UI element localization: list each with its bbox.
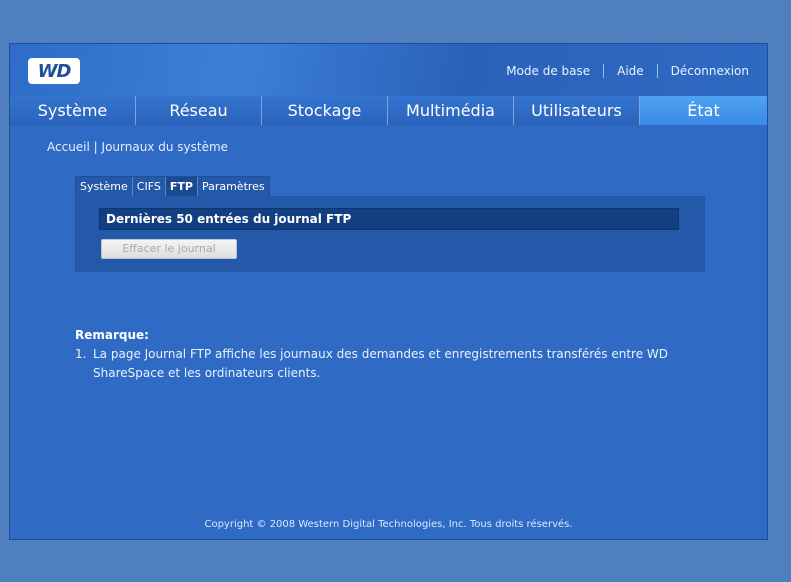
tab-reseau[interactable]: Réseau [136,96,262,125]
note-item-number: 1. [75,347,87,361]
main-window: WD Mode de base Aide Déconnexion Système… [9,43,768,540]
breadcrumb: Accueil | Journaux du système [47,140,228,154]
note-title: Remarque: [75,328,149,342]
log-subtabs: Système CIFS FTP Paramètres [75,176,270,198]
subtab-ftp[interactable]: FTP [165,177,198,197]
breadcrumb-home-link[interactable]: Accueil [47,140,90,154]
footer-copyright: Copyright © 2008 Western Digital Technol… [204,519,573,530]
subtab-parametres[interactable]: Paramètres [198,177,269,197]
logout-link[interactable]: Déconnexion [671,64,749,78]
note-section: Remarque: 1. La page Journal FTP affiche… [75,326,715,383]
main-nav: Système Réseau Stockage Multimédia Utili… [10,96,767,125]
subtab-systeme[interactable]: Système [76,177,133,197]
log-panel-title: Dernières 50 entrées du journal FTP [99,208,679,230]
header: WD Mode de base Aide Déconnexion [10,44,767,96]
ftp-log-panel: Dernières 50 entrées du journal FTP Effa… [75,196,705,272]
help-link[interactable]: Aide [617,64,644,78]
divider [603,64,605,78]
tab-utilisateurs[interactable]: Utilisateurs [514,96,640,125]
tab-etat[interactable]: État [640,96,767,125]
basic-mode-link[interactable]: Mode de base [506,64,590,78]
wd-logo[interactable]: WD [28,58,80,84]
note-item-text: La page Journal FTP affiche les journaux… [93,347,669,380]
breadcrumb-current: Journaux du système [101,140,229,154]
clear-log-button[interactable]: Effacer le journal [101,239,237,259]
breadcrumb-separator: | [89,140,102,154]
tab-stockage[interactable]: Stockage [262,96,388,125]
note-item: 1. La page Journal FTP affiche les journ… [75,345,715,383]
divider [656,64,658,78]
tab-multimedia[interactable]: Multimédia [388,96,514,125]
logo-text: WD [37,60,72,82]
tab-systeme[interactable]: Système [10,96,136,125]
subtab-cifs[interactable]: CIFS [133,177,166,197]
top-links: Mode de base Aide Déconnexion [506,64,749,78]
